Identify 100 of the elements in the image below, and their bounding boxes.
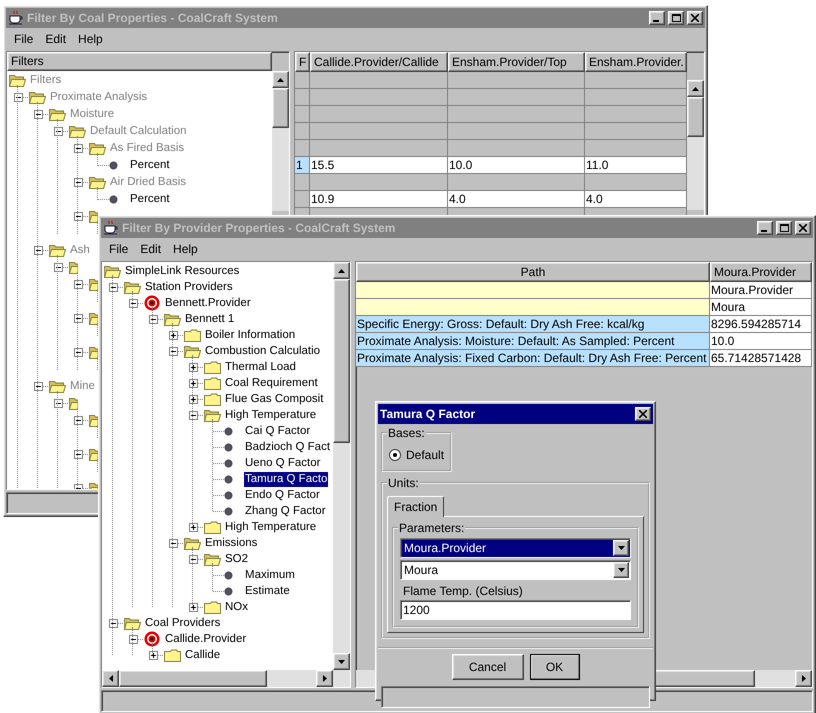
collapse-icon[interactable]: [109, 282, 118, 292]
tree-item[interactable]: Callide.Provider: [164, 632, 248, 646]
column-header[interactable]: Filters: [7, 52, 272, 71]
tree-item[interactable]: Estimate: [244, 584, 291, 598]
expand-icon[interactable]: [149, 650, 158, 660]
radio-button[interactable]: Default: [387, 442, 446, 466]
collapse-icon[interactable]: [169, 538, 178, 548]
close-icon: [799, 224, 807, 232]
expand-icon[interactable]: [169, 330, 178, 340]
tree-item[interactable]: Tamura Q Facto: [244, 472, 328, 486]
minimize-button[interactable]: [757, 221, 773, 235]
tree-item[interactable]: SO2: [224, 552, 250, 566]
menu-item[interactable]: File: [8, 30, 40, 48]
tree-item[interactable]: Bennett 1: [184, 312, 236, 326]
target-icon: [144, 295, 160, 311]
menu-item[interactable]: File: [103, 240, 134, 258]
column-header[interactable]: Ensham.Provider.: [585, 52, 687, 72]
column-header[interactable]: Callide.Provider/Callide: [310, 52, 448, 72]
window-title: Filter By Provider Properties - CoalCraft System: [122, 221, 396, 235]
dropdown[interactable]: Moura.Provider: [400, 538, 631, 558]
expand-icon[interactable]: [189, 362, 198, 372]
tree-item[interactable]: Callide: [184, 648, 222, 662]
scroll-up-button[interactable]: [333, 262, 350, 279]
expand-icon[interactable]: [189, 378, 198, 388]
tree-item[interactable]: Thermal Load: [224, 360, 297, 374]
tree-item[interactable]: Combustion Calculatio: [204, 344, 322, 358]
open-folder-icon: [124, 280, 141, 294]
tree-item[interactable]: Boiler Information: [204, 328, 296, 342]
tree-item[interactable]: Station Providers: [144, 280, 234, 294]
collapse-icon[interactable]: [189, 410, 198, 420]
column-header[interactable]: F: [295, 52, 310, 72]
tree-item[interactable]: Coal Providers: [144, 616, 222, 630]
scroll-thumb[interactable]: [272, 88, 289, 128]
close-button[interactable]: [687, 11, 703, 25]
tree-item[interactable]: High Temperature: [224, 408, 318, 422]
close-button[interactable]: [795, 221, 811, 235]
bullet-icon: [224, 570, 233, 580]
tree-item[interactable]: SimpleLink Resources: [124, 264, 240, 278]
input-field[interactable]: 1200: [400, 600, 631, 620]
column-header[interactable]: Path: [356, 262, 710, 282]
push-button[interactable]: OK: [530, 654, 580, 680]
tree-item[interactable]: Maximum: [244, 568, 296, 582]
dropdown-arrow-button[interactable]: [613, 562, 629, 578]
coffee-cup-icon: [8, 10, 24, 26]
scroll-down-button[interactable]: [333, 653, 350, 670]
tree-item[interactable]: Zhang Q Factor: [244, 504, 327, 518]
folder-icon: [89, 312, 98, 325]
tree-item[interactable]: Emissions: [204, 536, 258, 550]
push-button[interactable]: Cancel: [452, 654, 524, 680]
tree-item[interactable]: Ueno Q Factor: [244, 456, 322, 470]
column-header[interactable]: Ensham.Provider/Top: [448, 52, 585, 72]
vertical-scrollbar[interactable]: [272, 71, 289, 211]
menu-item[interactable]: Help: [72, 30, 109, 48]
table-cell: Moura.Provider: [710, 282, 812, 299]
field-label: Flame Temp. (Celsius): [402, 583, 524, 600]
scroll-up-button[interactable]: [272, 71, 289, 88]
tree-item[interactable]: Coal Requirement: [224, 376, 319, 390]
minimize-button[interactable]: [649, 11, 665, 25]
close-icon: [639, 410, 647, 418]
tree-item[interactable]: Flue Gas Composit: [224, 392, 324, 406]
menu-item[interactable]: Edit: [39, 30, 72, 48]
collapse-icon[interactable]: [189, 554, 198, 564]
tree-item[interactable]: NOx: [224, 600, 249, 614]
tree-item[interactable]: High Temperature: [224, 520, 318, 534]
tree-item[interactable]: Badzioch Q Fact: [244, 440, 332, 454]
tree-item[interactable]: Bennett.Provider: [164, 296, 252, 310]
collapse-icon[interactable]: [129, 298, 138, 308]
row-header: 1: [295, 157, 310, 174]
expand-icon[interactable]: [189, 602, 198, 612]
collapse-icon[interactable]: [109, 618, 118, 628]
tree-item[interactable]: Cai Q Factor: [244, 424, 312, 438]
horizontal-scrollbar[interactable]: [102, 670, 350, 687]
scroll-left-button[interactable]: [102, 670, 119, 687]
collapse-icon[interactable]: [129, 634, 138, 644]
maximize-button[interactable]: [776, 221, 792, 235]
left-arrow-icon: [108, 675, 112, 682]
collapse-icon[interactable]: [169, 346, 178, 356]
scroll-right-button[interactable]: [316, 670, 333, 687]
maximize-button[interactable]: [668, 11, 684, 25]
dropdown-arrow-button[interactable]: [613, 540, 629, 556]
tab[interactable]: Fraction: [387, 496, 444, 517]
menu-item[interactable]: Help: [167, 240, 204, 258]
expand-icon[interactable]: [189, 522, 198, 532]
close-button[interactable]: [635, 407, 651, 421]
maximize-icon: [672, 14, 680, 22]
expand-icon[interactable]: [189, 394, 198, 404]
folder-icon: [184, 328, 201, 342]
scroll-right-button[interactable]: [795, 670, 812, 687]
dropdown[interactable]: Moura: [400, 560, 631, 580]
tree-item[interactable]: Endo Q Factor: [244, 488, 321, 502]
vertical-scrollbar[interactable]: [333, 262, 350, 670]
vertical-scrollbar[interactable]: [687, 80, 704, 210]
column-header[interactable]: Moura.Provider: [710, 262, 812, 282]
scroll-thumb[interactable]: [687, 97, 704, 137]
scroll-thumb[interactable]: [119, 670, 267, 687]
bullet-icon: [109, 161, 118, 170]
menu-item[interactable]: Edit: [134, 240, 168, 258]
collapse-icon[interactable]: [149, 314, 158, 324]
scroll-thumb[interactable]: [333, 279, 350, 443]
scroll-up-button[interactable]: [687, 80, 704, 97]
